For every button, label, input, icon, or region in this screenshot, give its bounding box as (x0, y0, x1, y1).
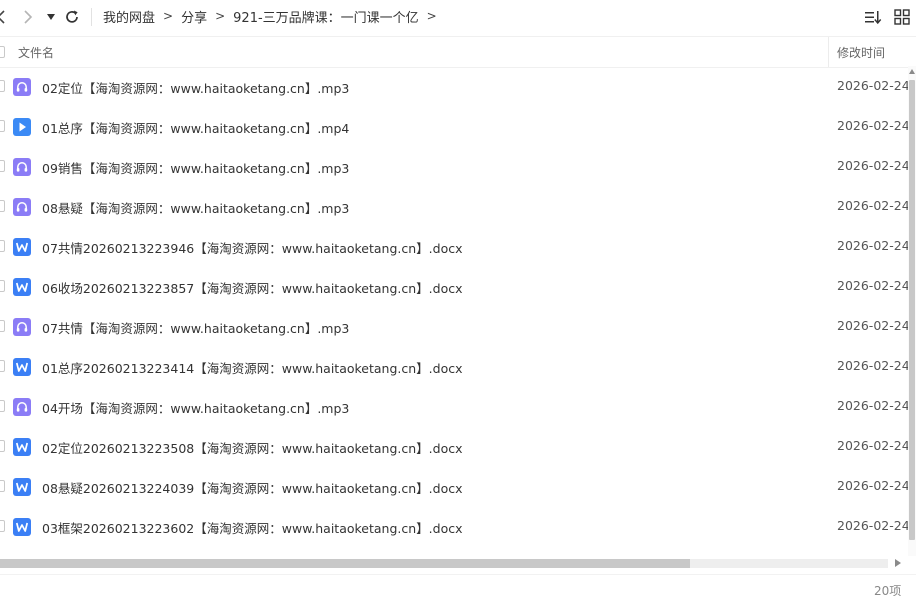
caret-down-icon (47, 14, 55, 20)
file-row[interactable]: 07共情20260213223946【海淘资源网：www.haitaoketan… (0, 226, 908, 266)
file-row[interactable]: 04开场【海淘资源网：www.haitaoketang.cn】.mp3 2026-… (0, 386, 908, 426)
file-row[interactable]: 09销售【海淘资源网：www.haitaoketang.cn】.mp3 2026-… (0, 146, 908, 186)
audio-file-icon (13, 198, 31, 216)
file-row[interactable]: 02定位20260213223508【海淘资源网：www.haitaoketan… (0, 426, 908, 466)
file-browser: 我的网盘 > 分享 > 921-三万品牌课：一门课一个亿 > 文件名 修改时间 … (0, 0, 916, 596)
file-name[interactable]: 01总序【海淘资源网：www.haitaoketang.cn】.mp4 (42, 118, 349, 137)
file-row-checkbox[interactable] (0, 400, 5, 412)
file-row-checkbox[interactable] (0, 360, 5, 372)
item-count: 20项 (874, 584, 902, 596)
file-name[interactable]: 02定位【海淘资源网：www.haitaoketang.cn】.mp3 (42, 78, 349, 97)
file-modified-date: 2026-02-24 (837, 358, 908, 373)
word-document-icon (13, 238, 31, 256)
forward-button[interactable] (20, 7, 36, 27)
file-name[interactable]: 01总序20260213223414【海淘资源网：www.haitaoketan… (42, 358, 463, 377)
file-row[interactable]: 03框架20260213223602【海淘资源网：www.haitaoketan… (0, 506, 908, 546)
column-header: 文件名 修改时间 (0, 36, 916, 68)
file-name[interactable]: 03框架20260213223602【海淘资源网：www.haitaoketan… (42, 518, 463, 537)
file-row-checkbox[interactable] (0, 240, 5, 252)
file-row[interactable]: 08悬疑20260213224039【海淘资源网：www.haitaoketan… (0, 466, 908, 506)
file-row-checkbox[interactable] (0, 520, 5, 532)
grid-icon (894, 9, 910, 25)
breadcrumb-item-share[interactable]: 分享 (181, 7, 207, 26)
file-name[interactable]: 08悬疑20260213224039【海淘资源网：www.haitaoketan… (42, 478, 463, 497)
refresh-button[interactable] (63, 7, 81, 27)
file-row-checkbox[interactable] (0, 280, 5, 292)
word-document-icon (13, 278, 31, 296)
file-modified-date: 2026-02-24 (837, 238, 908, 253)
refresh-icon (66, 10, 78, 23)
file-row[interactable]: 07共情【海淘资源网：www.haitaoketang.cn】.mp3 2026-… (0, 306, 908, 346)
file-list: 02定位【海淘资源网：www.haitaoketang.cn】.mp3 2026-… (0, 66, 908, 556)
column-name-header[interactable]: 文件名 (18, 44, 54, 61)
sort-list-icon (865, 11, 882, 25)
sort-button[interactable] (864, 8, 882, 26)
file-modified-date: 2026-02-24 (837, 398, 908, 413)
file-name[interactable]: 09销售【海淘资源网：www.haitaoketang.cn】.mp3 (42, 158, 349, 177)
file-modified-date: 2026-02-24 (837, 478, 908, 493)
file-modified-date: 2026-02-24 (837, 78, 908, 93)
horizontal-scroll-thumb[interactable] (0, 559, 690, 568)
word-document-icon (13, 358, 31, 376)
breadcrumb-item-current-folder[interactable]: 921-三万品牌课：一门课一个亿 (233, 7, 419, 26)
file-row[interactable]: 06收场20260213223857【海淘资源网：www.haitaoketan… (0, 266, 908, 306)
history-dropdown-button[interactable] (44, 7, 58, 27)
file-row-checkbox[interactable] (0, 160, 5, 172)
scroll-up-arrow[interactable] (909, 69, 915, 74)
file-row[interactable]: 01总序【海淘资源网：www.haitaoketang.cn】.mp4 2026-… (0, 106, 908, 146)
file-row-checkbox[interactable] (0, 440, 5, 452)
navigation-bar: 我的网盘 > 分享 > 921-三万品牌课：一门课一个亿 > (0, 0, 916, 34)
file-row[interactable]: 01总序20260213223414【海淘资源网：www.haitaoketan… (0, 346, 908, 386)
chevron-left-icon (0, 10, 5, 24)
file-row-checkbox[interactable] (0, 120, 5, 132)
column-modified-header[interactable]: 修改时间 (837, 44, 885, 61)
file-row-checkbox[interactable] (0, 480, 5, 492)
breadcrumb: 我的网盘 > 分享 > 921-三万品牌课：一门课一个亿 > (103, 0, 445, 32)
file-row-checkbox[interactable] (0, 320, 5, 332)
file-modified-date: 2026-02-24 (837, 518, 908, 533)
word-document-icon (13, 438, 31, 456)
file-row[interactable]: 08悬疑【海淘资源网：www.haitaoketang.cn】.mp3 2026-… (0, 186, 908, 226)
breadcrumb-separator: > (163, 9, 174, 23)
audio-file-icon (13, 318, 31, 336)
status-bar: 20项 (0, 574, 916, 596)
audio-file-icon (13, 398, 31, 416)
toolbar-divider (91, 8, 92, 26)
vertical-scroll-thumb[interactable] (909, 80, 915, 540)
select-all-checkbox[interactable] (0, 46, 5, 58)
file-row-checkbox[interactable] (0, 200, 5, 212)
word-document-icon (13, 518, 31, 536)
file-name[interactable]: 07共情20260213223946【海淘资源网：www.haitaoketan… (42, 238, 463, 257)
file-row[interactable]: 02定位【海淘资源网：www.haitaoketang.cn】.mp3 2026-… (0, 66, 908, 106)
file-modified-date: 2026-02-24 (837, 438, 908, 453)
chevron-right-icon (24, 10, 33, 24)
scroll-right-arrow[interactable] (895, 559, 901, 567)
grid-view-button[interactable] (893, 8, 911, 26)
audio-file-icon (13, 158, 31, 176)
back-button[interactable] (0, 7, 8, 27)
breadcrumb-separator: > (215, 9, 226, 23)
file-modified-date: 2026-02-24 (837, 318, 908, 333)
file-modified-date: 2026-02-24 (837, 118, 908, 133)
file-modified-date: 2026-02-24 (837, 158, 908, 173)
file-name[interactable]: 02定位20260213223508【海淘资源网：www.haitaoketan… (42, 438, 463, 457)
file-name[interactable]: 07共情【海淘资源网：www.haitaoketang.cn】.mp3 (42, 318, 349, 337)
file-modified-date: 2026-02-24 (837, 278, 908, 293)
file-row-checkbox[interactable] (0, 80, 5, 92)
file-modified-date: 2026-02-24 (837, 198, 908, 213)
breadcrumb-item-root[interactable]: 我的网盘 (103, 7, 155, 26)
video-file-icon (13, 118, 31, 136)
audio-file-icon (13, 78, 31, 96)
breadcrumb-separator[interactable]: > (427, 9, 437, 23)
file-name[interactable]: 04开场【海淘资源网：www.haitaoketang.cn】.mp3 (42, 398, 349, 417)
file-name[interactable]: 06收场20260213223857【海淘资源网：www.haitaoketan… (42, 278, 463, 297)
file-name[interactable]: 08悬疑【海淘资源网：www.haitaoketang.cn】.mp3 (42, 198, 349, 217)
column-resize-handle[interactable] (828, 37, 829, 67)
word-document-icon (13, 478, 31, 496)
